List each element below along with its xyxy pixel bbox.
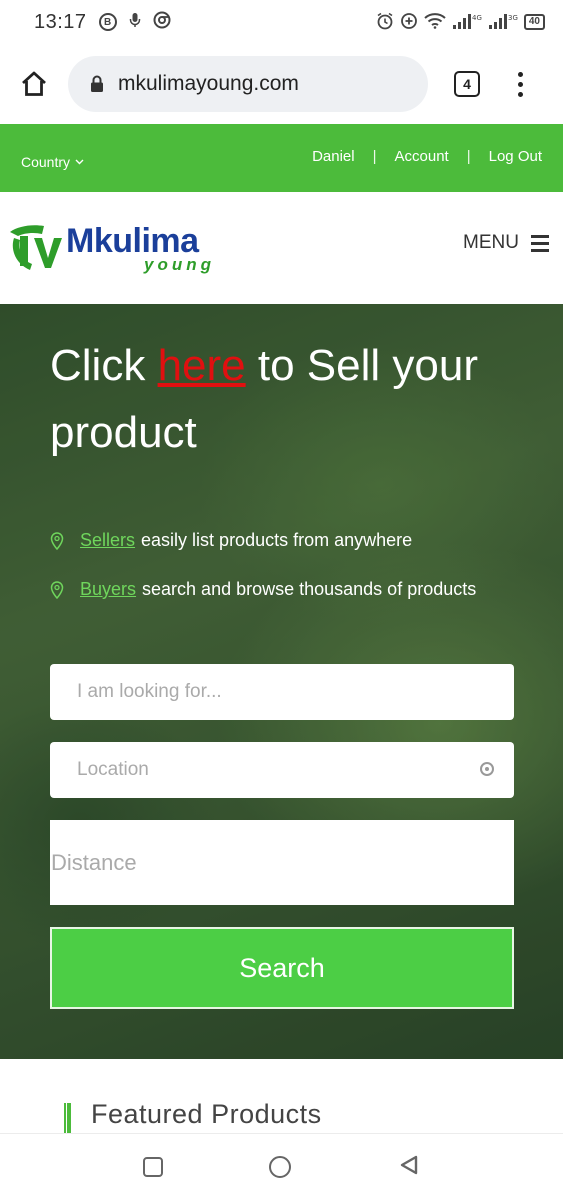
hero-section: Click here to Sell your product Sellers …: [0, 304, 563, 1059]
lock-icon: [91, 75, 103, 92]
recents-button[interactable]: [143, 1157, 164, 1177]
sellers-link[interactable]: Sellers: [80, 530, 135, 551]
menu-button[interactable]: MENU: [463, 232, 555, 254]
chrome-icon: [153, 11, 171, 34]
location-placeholder: Location: [77, 759, 149, 780]
address-bar[interactable]: mkulimayoung.com: [68, 56, 428, 112]
back-button[interactable]: [398, 1154, 420, 1181]
location-input[interactable]: Location: [50, 742, 514, 798]
hero-bullets: Sellers easily list products from anywhe…: [50, 516, 513, 614]
hamburger-icon: [531, 234, 549, 252]
status-right-icons: 4G 3G 40: [376, 12, 545, 33]
buyers-link[interactable]: Buyers: [80, 579, 136, 600]
data-saver-icon: [400, 12, 418, 33]
site-header: Mkulima young MENU: [0, 192, 563, 304]
overflow-menu-icon[interactable]: [518, 71, 523, 97]
list-item: Sellers easily list products from anywhe…: [50, 516, 513, 565]
status-time: 13:17: [34, 10, 87, 33]
featured-section: Featured Products: [0, 1059, 563, 1135]
url-text[interactable]: mkulimayoung.com: [118, 72, 299, 96]
wifi-icon: [424, 12, 446, 32]
home-icon: [22, 71, 46, 96]
nav-divider: |: [372, 147, 377, 165]
search-button[interactable]: Search: [50, 927, 514, 1009]
svg-text:4G: 4G: [472, 14, 482, 22]
battery-icon: 40: [523, 14, 545, 30]
list-item: Buyers search and browse thousands of pr…: [50, 565, 513, 614]
b-notification-icon: B: [98, 13, 117, 31]
menu-label: MENU: [463, 232, 519, 253]
logo-emblem-icon: [10, 225, 62, 270]
mic-icon: [129, 12, 141, 33]
logo-main-text: Mkulima: [66, 222, 199, 260]
status-left-icons: B: [98, 11, 171, 34]
bullet-text: search and browse thousands of products: [142, 579, 477, 599]
distance-placeholder: Distance: [51, 849, 137, 875]
signal-4g-icon: 4G: [452, 12, 482, 33]
looking-for-input[interactable]: I am looking for...: [50, 664, 514, 720]
nav-divider: |: [466, 147, 471, 165]
back-triangle-icon: [400, 1155, 418, 1174]
browser-toolbar: mkulimayoung.com 4: [0, 44, 563, 124]
map-pin-icon: [50, 531, 66, 550]
map-pin-icon: [50, 580, 66, 599]
logout-link[interactable]: Log Out: [489, 148, 542, 165]
bullet-text: easily list products from anywhere: [141, 530, 413, 550]
sell-here-link[interactable]: here: [158, 341, 246, 390]
country-selector[interactable]: Country: [21, 154, 84, 170]
account-link[interactable]: Account: [395, 148, 449, 165]
svg-text:3G: 3G: [508, 14, 518, 22]
user-name-link[interactable]: Daniel: [312, 148, 355, 165]
locate-me-icon[interactable]: [480, 762, 494, 776]
hero-title: Click here to Sell your product: [50, 341, 478, 457]
country-label: Country: [21, 154, 71, 170]
search-form: I am looking for... Location Distance Se…: [50, 664, 514, 1009]
top-nav: Country Daniel | Account | Log Out: [0, 124, 563, 192]
user-links: Daniel | Account | Log Out: [312, 148, 542, 165]
section-accent-bar: [64, 1103, 71, 1133]
logo-sub-text: young: [144, 255, 215, 274]
system-nav-bar: [0, 1133, 563, 1200]
alarm-icon: [376, 12, 394, 33]
signal-3g-icon: 3G: [488, 12, 518, 33]
chevron-down-icon: [75, 159, 84, 165]
looking-for-placeholder: I am looking for...: [77, 681, 222, 702]
status-bar: 13:17 B 4G 3G 40: [0, 0, 563, 44]
site-logo[interactable]: Mkulima young: [8, 222, 215, 274]
featured-title: Featured Products: [91, 1099, 322, 1129]
distance-input[interactable]: Distance: [50, 820, 514, 905]
home-button[interactable]: [0, 71, 68, 97]
tab-switcher-button[interactable]: 4: [454, 71, 480, 97]
home-nav-button[interactable]: [269, 1156, 292, 1178]
